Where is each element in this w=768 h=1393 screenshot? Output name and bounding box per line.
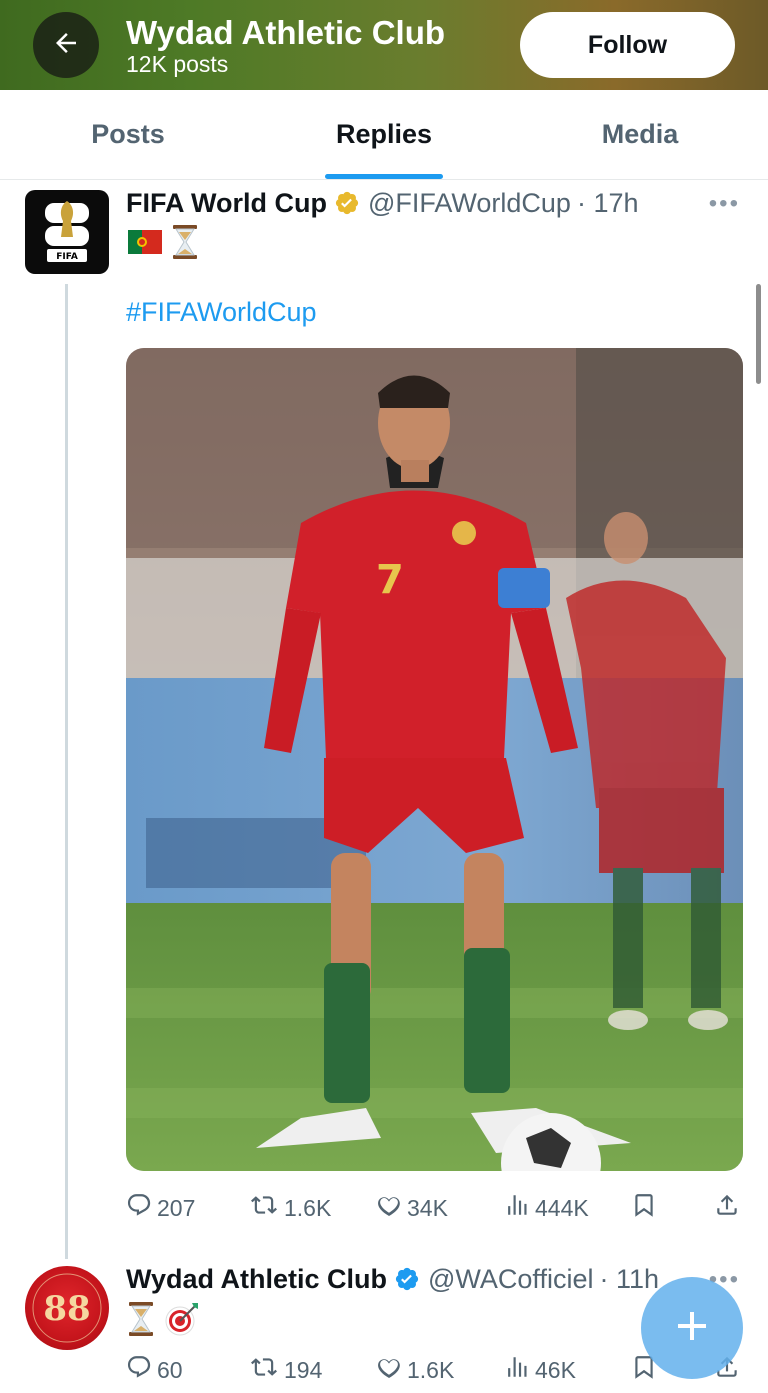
svg-text:88: 88 (43, 1289, 90, 1329)
post-actions: 207 1.6K 34K 444K (126, 1186, 746, 1226)
verified-blue-badge-icon (394, 1266, 420, 1292)
views-count: 444K (535, 1194, 589, 1221)
wac-crest-icon: 88 (32, 1273, 102, 1343)
views-icon (504, 1192, 530, 1224)
views-button[interactable]: 444K (504, 1192, 589, 1224)
target-icon (164, 1301, 200, 1342)
avatar[interactable]: 88 (25, 1266, 109, 1350)
football-player-photo: 7 (126, 348, 743, 1171)
views-icon (504, 1354, 530, 1386)
reply-count: 60 (157, 1356, 183, 1383)
reply-button[interactable]: 60 (126, 1354, 183, 1386)
tab-label: Media (601, 119, 679, 149)
post-text (128, 224, 198, 265)
tab-posts[interactable]: Posts (0, 90, 256, 179)
share-icon (714, 1192, 740, 1224)
portugal-flag-icon (128, 230, 162, 259)
back-button[interactable] (33, 12, 99, 78)
tab-label: Posts (91, 119, 165, 149)
author-handle[interactable]: @FIFAWorldCup (368, 188, 571, 219)
profile-tabs: Posts Replies Media (0, 90, 768, 180)
profile-header: Wydad Athletic Club 12K posts Follow (0, 0, 768, 90)
plus-icon (672, 1306, 712, 1351)
share-button[interactable] (714, 1192, 740, 1224)
more-options-icon[interactable]: ••• (709, 190, 740, 218)
like-count: 1.6K (407, 1356, 455, 1383)
arrow-left-icon (51, 28, 81, 63)
repost-count: 194 (284, 1356, 323, 1383)
verified-gold-badge-icon (334, 190, 360, 216)
bookmark-icon (631, 1192, 657, 1224)
post-photo[interactable]: 7 (126, 348, 743, 1171)
tab-label: Replies (335, 119, 433, 149)
reply-button[interactable]: 207 (126, 1192, 195, 1224)
heart-icon (376, 1192, 402, 1224)
repost-button[interactable]: 194 (249, 1354, 322, 1386)
repost-button[interactable]: 1.6K (249, 1192, 331, 1224)
hourglass-icon (128, 1301, 154, 1342)
reply-count: 207 (157, 1194, 196, 1221)
fifa-logo-text: FIFA (56, 252, 78, 262)
author-name[interactable]: Wydad Athletic Club (126, 1264, 387, 1295)
views-button[interactable]: 46K (504, 1354, 576, 1386)
compose-post-button[interactable] (641, 1277, 743, 1379)
repost-icon (249, 1354, 279, 1386)
bookmark-button[interactable] (631, 1192, 657, 1224)
tab-media[interactable]: Media (512, 90, 768, 179)
like-button[interactable]: 34K (376, 1192, 448, 1224)
like-count: 34K (407, 1194, 448, 1221)
author-name[interactable]: FIFA World Cup (126, 188, 327, 219)
like-button[interactable]: 1.6K (376, 1354, 454, 1386)
heart-icon (376, 1354, 402, 1386)
tab-replies[interactable]: Replies (256, 90, 512, 179)
svg-text:7: 7 (376, 557, 404, 603)
hashtag-link[interactable]: #FIFAWorldCup (126, 297, 317, 328)
post-time: · 17h (576, 187, 639, 218)
follow-button[interactable]: Follow (520, 12, 735, 78)
post-header: FIFA World Cup @FIFAWorldCup · 17h (126, 185, 639, 221)
reply-icon (126, 1354, 152, 1386)
posts-count: 12K posts (126, 51, 229, 77)
fifa-logo-icon: FIFA (45, 201, 89, 262)
avatar[interactable]: FIFA (25, 190, 109, 274)
post-time: · 11h (599, 1263, 660, 1294)
thread-connector (65, 284, 68, 1259)
repost-count: 1.6K (284, 1194, 332, 1221)
post-text (128, 1301, 200, 1342)
repost-icon (249, 1192, 279, 1224)
active-tab-indicator (325, 174, 443, 179)
scrollbar[interactable] (756, 284, 761, 384)
post-header: Wydad Athletic Club @WACofficiel · 11h (126, 1261, 659, 1297)
author-handle[interactable]: @WACofficiel (428, 1264, 593, 1295)
views-count: 46K (535, 1356, 576, 1383)
hourglass-icon (172, 224, 198, 265)
profile-name: Wydad Athletic Club (126, 14, 446, 51)
reply-icon (126, 1192, 152, 1224)
